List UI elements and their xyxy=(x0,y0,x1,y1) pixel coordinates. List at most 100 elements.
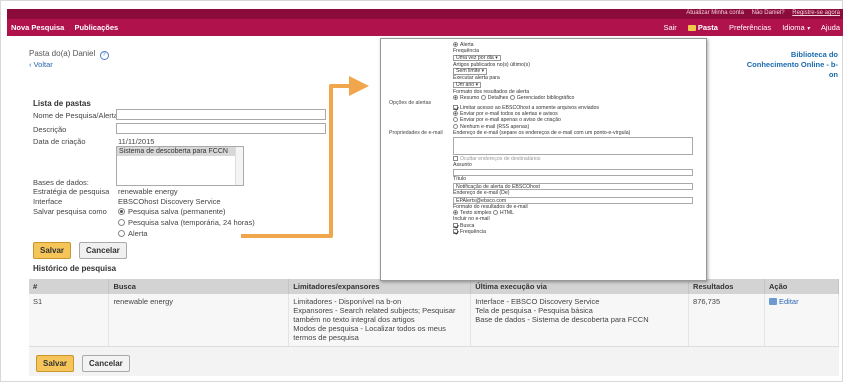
email-option-all-label: Enviar por e-mail todos os alertas e avi… xyxy=(460,111,558,118)
email-format-html[interactable]: HTML xyxy=(500,210,514,216)
email-option-creation-label: Enviar por e-mail apenas o aviso de cria… xyxy=(460,117,561,124)
save-as-label: Salvar pesquisa como xyxy=(33,207,107,216)
email-properties-label: Propriedades de e-mail xyxy=(389,130,443,136)
nav-sair[interactable]: Sair xyxy=(663,23,676,32)
edit-icon xyxy=(769,298,777,305)
radio-icon[interactable] xyxy=(492,210,498,216)
limitador-line: Modos de pesquisa - Localizar todos os m… xyxy=(293,324,446,342)
articles-select-value: Sem limite xyxy=(456,68,481,75)
execucao-line: Interface - EBSCO Discovery Service xyxy=(475,297,600,306)
radio-icon[interactable] xyxy=(480,94,486,100)
frequency-select-value: Uma vez por dia xyxy=(456,54,494,61)
email-addresses-textarea[interactable] xyxy=(453,136,693,155)
hide-recipients-label: Ocultar endereços de destinatários xyxy=(460,155,541,162)
email-option-none-label: Nenhum e-mail (RSS apenas) xyxy=(460,123,530,130)
cancel-button[interactable]: Cancelar xyxy=(79,242,127,259)
help-icon[interactable]: ? xyxy=(99,51,109,60)
execucao-line: Base de dados - Sistema de descoberta pa… xyxy=(475,315,649,324)
page-title: Pasta do(a) Daniel ? xyxy=(29,49,109,60)
cell-busca: renewable energy xyxy=(108,294,290,353)
nav-new-search[interactable]: Nova Pesquisa xyxy=(11,23,64,32)
limitador-line: Limitadores - Disponível na b-on xyxy=(293,297,402,306)
page-title-text: Pasta do(a) Daniel xyxy=(29,49,96,58)
account-links: Atualizar Minha conta Não Daniel? Regist… xyxy=(680,10,840,16)
frequency-select[interactable]: Uma vez por dia ▾ xyxy=(453,54,501,62)
title-input[interactable]: Notificação de alerta do EBSCOhost xyxy=(453,182,693,190)
folder-icon xyxy=(687,25,696,31)
email-format-text[interactable]: Texto simples xyxy=(460,210,491,216)
nav-pasta-label: Pasta xyxy=(697,23,718,32)
radio-icon[interactable] xyxy=(509,94,515,100)
format-gerenciador[interactable]: Gerenciador bibliográfico xyxy=(517,95,575,101)
col-resultados: Resultados xyxy=(688,279,765,294)
subject-label: Assunto xyxy=(453,162,472,169)
limitador-line: Expansores - Search related subjects; Pe… xyxy=(293,306,456,324)
history-cancel-button[interactable]: Cancelar xyxy=(82,355,130,372)
col-limitadores: Limitadores/expansores xyxy=(288,279,472,294)
articles-select[interactable]: Sem limite ▾ xyxy=(453,68,488,75)
history-header-row: # Busca Limitadores/expansores Última ex… xyxy=(29,279,839,294)
back-link[interactable]: ‹ Voltar xyxy=(29,60,53,69)
nav-pasta[interactable]: Pasta xyxy=(687,23,718,32)
save-button[interactable]: Salvar xyxy=(33,242,72,259)
interface-value: EBSCOhost Discovery Service xyxy=(118,197,221,206)
update-account-link[interactable]: Atualizar Minha conta xyxy=(686,10,744,16)
col-num: # xyxy=(29,279,110,294)
name-label: Nome de Pesquisa/Alerta xyxy=(33,111,119,120)
format-detalhes[interactable]: Detalhes xyxy=(488,95,508,101)
nav-help[interactable]: Ajuda xyxy=(821,23,840,32)
save-option-permanent[interactable]: Pesquisa salva (permanente) xyxy=(118,207,226,216)
database-listbox[interactable]: Sistema de descoberta para FCCN xyxy=(116,146,244,186)
radio-icon xyxy=(453,111,458,117)
col-execucao: Última execução via xyxy=(470,279,690,294)
library-link[interactable]: Biblioteca do Conhecimento Online - b-on xyxy=(743,50,838,80)
from-email-label: Endereço de e-mail (De) xyxy=(453,190,510,197)
edit-label: Editar xyxy=(779,297,799,306)
radio-icon[interactable] xyxy=(453,210,458,216)
app-window: Atualizar Minha conta Não Daniel? Regist… xyxy=(0,0,843,382)
run-alert-select-value: Um ano xyxy=(456,81,475,88)
cell-num: S1 xyxy=(29,294,110,353)
nav-language[interactable]: Idioma ▾ xyxy=(782,23,810,32)
alert-settings-panel: Opções de alertas Propriedades de e-mail… xyxy=(380,38,707,281)
save-option-alert[interactable]: Alerta xyxy=(118,229,148,238)
format-resumo[interactable]: Resumo xyxy=(460,95,479,101)
subject-input[interactable] xyxy=(453,168,693,176)
history-save-button[interactable]: Salvar xyxy=(36,355,75,372)
checkbox-icon xyxy=(453,155,458,161)
bottom-action-bar xyxy=(29,346,839,376)
save-option-permanent-label: Pesquisa salva (permanente) xyxy=(128,207,226,216)
created-label: Data de criação xyxy=(33,137,86,146)
radio-icon xyxy=(118,208,125,215)
cell-limitadores: Limitadores - Disponível na b-on Expanso… xyxy=(288,294,472,353)
databases-label: Bases de dados: xyxy=(33,178,89,187)
include-frequency-checkbox[interactable]: Frequência xyxy=(453,228,703,235)
nav-publications[interactable]: Publicações xyxy=(74,23,118,32)
alert-radio-label: Alerta xyxy=(460,42,474,48)
database-option[interactable]: Sistema de descoberta para FCCN xyxy=(117,147,243,156)
col-acao: Ação xyxy=(764,279,839,294)
radio-icon[interactable] xyxy=(453,94,458,100)
edit-link[interactable]: Editar xyxy=(769,297,799,306)
register-link[interactable]: Registre-se agora xyxy=(792,10,840,16)
title-label: Título xyxy=(453,176,466,183)
not-user-link[interactable]: Não Daniel? xyxy=(752,10,785,16)
top-bar: Atualizar Minha conta Não Daniel? Regist… xyxy=(7,9,843,19)
radio-icon xyxy=(453,117,458,123)
nav-bar: Nova Pesquisa Publicações Sair Pasta Pre… xyxy=(7,19,843,36)
cell-execucao: Interface - EBSCO Discovery Service Tela… xyxy=(470,294,690,353)
from-email-input[interactable]: EPAlerts@ebsco.com xyxy=(453,196,693,204)
description-label: Descrição xyxy=(33,125,67,134)
checkbox-icon xyxy=(453,104,458,110)
radio-icon xyxy=(453,42,458,47)
include-busca-label: Busca xyxy=(460,222,475,229)
history-table: # Busca Limitadores/expansores Última ex… xyxy=(29,279,839,353)
chevron-down-icon: ▾ xyxy=(495,54,498,61)
alert-settings-column: Alerta Frequência Uma vez por dia ▾ Arti… xyxy=(453,42,703,235)
callout-arrow xyxy=(241,76,369,238)
nav-right: Sair Pasta Preferências Idioma ▾ Ajuda xyxy=(654,23,840,32)
nav-preferences[interactable]: Preferências xyxy=(729,23,771,32)
email-addresses-label: Endereço de e-mail (separe os endereços … xyxy=(453,129,631,136)
run-alert-select[interactable]: Um ano ▾ xyxy=(453,81,482,89)
table-row: S1 renewable energy Limitadores - Dispon… xyxy=(29,294,839,353)
